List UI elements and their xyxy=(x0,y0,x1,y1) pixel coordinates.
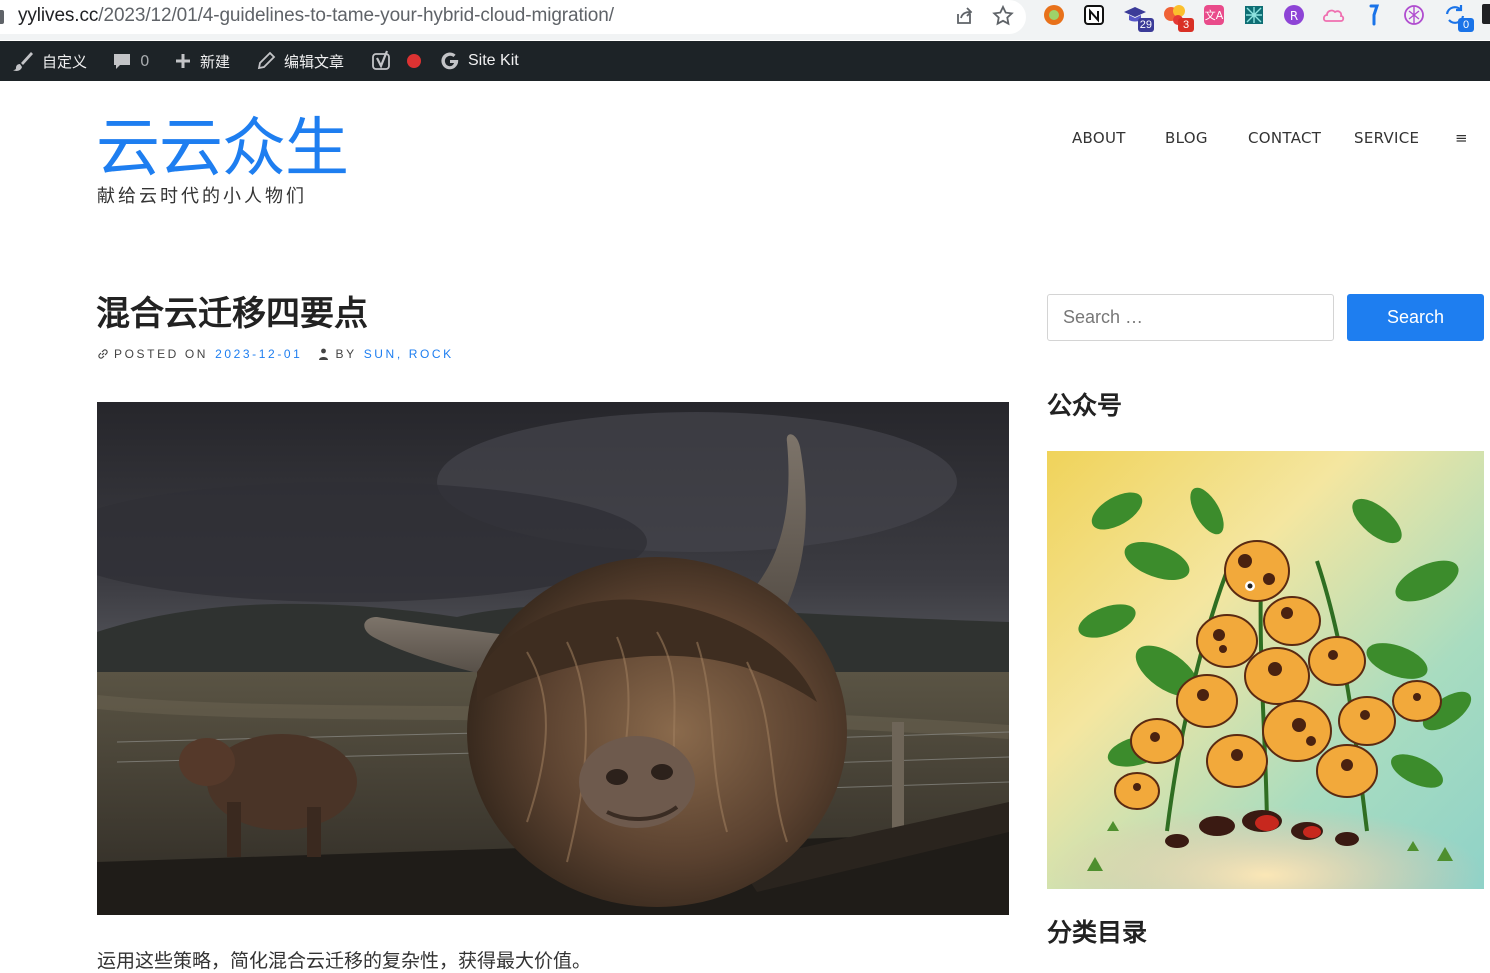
comments-count: 0 xyxy=(140,52,150,70)
comments-button[interactable]: 0 xyxy=(112,41,150,81)
highland-cow-photo xyxy=(97,402,1009,915)
search-input[interactable] xyxy=(1047,294,1334,341)
plus-icon xyxy=(176,54,190,68)
post-title: 混合云迁移四要点 xyxy=(96,294,368,334)
featured-image[interactable] xyxy=(97,402,1009,915)
yoast-seo-button[interactable] xyxy=(371,41,421,81)
site-description: 献给云时代的小人物们 xyxy=(97,186,307,207)
extension-badge: 3 xyxy=(1178,18,1194,32)
widget-title-wechat: 公众号 xyxy=(1047,391,1123,420)
nav-item-blog[interactable]: BLOG xyxy=(1165,126,1208,150)
url-path: /2023/12/01/4-guidelines-to-tame-your-hy… xyxy=(98,5,614,26)
seo-status-dot-icon xyxy=(407,54,421,68)
new-content-label: 新建 xyxy=(200,52,231,71)
nav-item-service[interactable]: SERVICE xyxy=(1354,126,1419,150)
comment-bubble-icon xyxy=(114,54,130,69)
extension-badge: 29 xyxy=(1137,18,1154,32)
circle-logo-icon[interactable]: R xyxy=(1281,2,1307,28)
site-title[interactable]: 云云众生 xyxy=(96,110,349,188)
notion-icon[interactable] xyxy=(1081,2,1107,28)
graduation-cap-extension[interactable]: 29 xyxy=(1122,2,1154,32)
widget-title-categories: 分类目录 xyxy=(1047,918,1148,947)
google-g-icon xyxy=(441,52,459,70)
customize-label: 自定义 xyxy=(42,52,88,71)
extension-circle-icon[interactable] xyxy=(1041,2,1067,28)
ladybug-illustration xyxy=(1047,451,1484,889)
bubbles-extension[interactable]: 3 xyxy=(1162,2,1194,32)
svg-text:文A: 文A xyxy=(1205,8,1224,22)
share-icon[interactable] xyxy=(952,4,976,28)
post-date-link[interactable]: 2023-12-01 xyxy=(215,347,302,361)
menu-toggle-icon[interactable]: ≡ xyxy=(1455,126,1468,150)
posted-on-label: POSTED ON xyxy=(114,347,209,361)
post-meta: POSTED ON 2023-12-01 BY SUN, ROCK xyxy=(97,345,454,363)
nav-item-about[interactable]: ABOUT xyxy=(1072,126,1126,150)
edit-post-button[interactable]: 编辑文章 xyxy=(256,41,344,81)
customize-button[interactable]: 自定义 xyxy=(12,41,87,81)
url-domain: yylives.cc xyxy=(18,5,99,26)
url-text[interactable]: yylives.cc/2023/12/01/4-guidelines-to-ta… xyxy=(18,3,614,29)
link-icon xyxy=(98,349,108,359)
translate-icon[interactable]: 文A xyxy=(1201,2,1227,28)
by-label: BY xyxy=(335,347,357,361)
yoast-logo-icon xyxy=(372,50,390,70)
address-bar[interactable]: yylives.cc/2023/12/01/4-guidelines-to-ta… xyxy=(0,0,1026,34)
site-info-icon[interactable] xyxy=(0,10,4,24)
cloud-icon[interactable] xyxy=(1321,2,1347,28)
geometry-icon[interactable] xyxy=(1241,2,1267,28)
paintbrush-icon xyxy=(13,52,33,71)
wechat-image[interactable] xyxy=(1047,451,1484,889)
nav-item-contact[interactable]: CONTACT xyxy=(1248,126,1321,150)
star-icon[interactable] xyxy=(991,4,1015,28)
site-kit-button[interactable]: Site Kit xyxy=(440,41,519,81)
browser-toolbar: yylives.cc/2023/12/01/4-guidelines-to-ta… xyxy=(0,0,1490,40)
wp-admin-bar: 自定义 0 新建 编辑文章 Site Kit xyxy=(0,41,1490,81)
flag-icon[interactable] xyxy=(1361,2,1387,28)
svg-text:R: R xyxy=(1290,9,1298,23)
extension-badge: 0 xyxy=(1458,18,1474,32)
site-kit-label: Site Kit xyxy=(468,52,519,69)
post-excerpt: 运用这些策略，简化混合云迁移的复杂性，获得最大价值。 xyxy=(97,950,592,972)
post-authors-link[interactable]: SUN, ROCK xyxy=(364,347,454,361)
profile-edge-icon[interactable] xyxy=(1482,4,1490,24)
pencil-icon xyxy=(257,51,276,70)
openai-icon[interactable] xyxy=(1401,2,1427,28)
user-icon xyxy=(319,348,329,360)
sync-extension[interactable]: 0 xyxy=(1442,2,1474,32)
edit-post-label: 编辑文章 xyxy=(284,52,345,71)
new-content-button[interactable]: 新建 xyxy=(174,41,230,81)
search-button[interactable]: Search xyxy=(1347,294,1484,341)
